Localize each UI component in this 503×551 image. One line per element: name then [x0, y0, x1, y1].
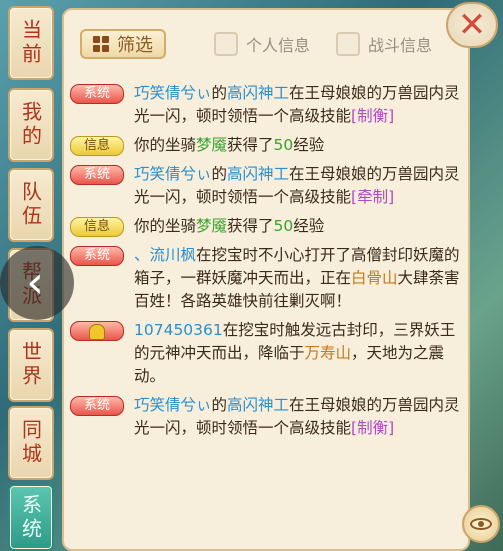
- message-text: 的: [211, 84, 228, 102]
- list-item: 信息 你的坐骑梦魇获得了50经验: [64, 134, 468, 157]
- close-button[interactable]: ✕: [446, 2, 498, 48]
- tab-label: 同城: [18, 419, 43, 467]
- info-badge: 信息: [70, 217, 124, 237]
- close-icon: ✕: [457, 5, 487, 45]
- system-badge: 系统: [70, 246, 124, 266]
- tab-label: 我的: [18, 101, 43, 149]
- tab-world[interactable]: 世界: [8, 328, 54, 402]
- skill-link[interactable]: [牵制]: [351, 188, 394, 206]
- player-name[interactable]: 巧笑倩兮ぃ: [134, 396, 212, 414]
- message-text: 的: [211, 165, 228, 183]
- pet-name[interactable]: 高闪神工: [227, 396, 289, 414]
- list-item: 系统 巧笑倩兮ぃ的高闪神工在王母娘娘的万兽园内灵光一闪，顿时领悟一个高级技能[牵…: [64, 163, 468, 209]
- filter-label: 筛选: [117, 35, 153, 56]
- skill-link[interactable]: [制衡]: [351, 107, 394, 125]
- filter-button[interactable]: 筛选: [80, 29, 166, 59]
- location-link[interactable]: 万寿山: [305, 344, 352, 362]
- bell-badge: [70, 321, 124, 341]
- message-text: 经验: [293, 136, 325, 154]
- list-item: 系统 巧笑倩兮ぃ的高闪神工在王母娘娘的万兽园内灵光一闪，顿时领悟一个高级技能[制…: [64, 82, 468, 128]
- tab-label: 系统: [18, 493, 43, 542]
- tab-label: 当前: [18, 19, 43, 67]
- system-badge: 系统: [70, 165, 124, 185]
- bell-icon: [89, 324, 105, 340]
- personal-info-checkbox[interactable]: 个人信息: [214, 32, 310, 56]
- player-name[interactable]: 107450361: [134, 321, 223, 339]
- battle-info-checkbox[interactable]: 战斗信息: [336, 32, 432, 56]
- message-list: 系统 巧笑倩兮ぃ的高闪神工在王母娘娘的万兽园内灵光一闪，顿时领悟一个高级技能[制…: [64, 82, 468, 446]
- list-item: 系统 、流川枫在挖宝时不小心打开了高僧封印妖魔的箱子，一群妖魔冲天而出，正在白骨…: [64, 244, 468, 313]
- info-badge: 信息: [70, 136, 124, 156]
- battle-info-label: 战斗信息: [368, 36, 433, 55]
- list-item: 107450361在挖宝时触发远古封印，三界妖王的元神冲天而出，降临于万寿山，天…: [64, 319, 468, 388]
- player-name[interactable]: 、流川枫: [134, 246, 196, 264]
- chat-panel: 筛选 个人信息 战斗信息 系统 巧笑倩兮ぃ的高闪神工在王母娘娘的万兽园内灵光一闪…: [62, 8, 470, 551]
- system-badge: 系统: [70, 396, 124, 416]
- eye-icon: [470, 518, 492, 530]
- list-item: 信息 你的坐骑梦魇获得了50经验: [64, 215, 468, 238]
- skill-link[interactable]: [制衡]: [351, 419, 394, 437]
- message-text: 获得了: [227, 136, 274, 154]
- tab-label: 世界: [18, 341, 43, 389]
- player-name[interactable]: 巧笑倩兮ぃ: [134, 165, 212, 183]
- message-text: 的: [211, 396, 228, 414]
- mount-name: 梦魇: [196, 136, 228, 154]
- tab-city[interactable]: 同城: [8, 406, 54, 480]
- tab-current[interactable]: 当前: [8, 6, 54, 80]
- checkbox-box[interactable]: [336, 32, 360, 56]
- list-item: 系统 巧笑倩兮ぃ的高闪神工在王母娘娘的万兽园内灵光一闪，顿时领悟一个高级技能[制…: [64, 394, 468, 440]
- tab-system[interactable]: 系统: [8, 484, 54, 551]
- exp-value: 50: [273, 217, 294, 235]
- message-text: 你的坐骑: [134, 136, 197, 154]
- tab-mine[interactable]: 我的: [8, 88, 54, 162]
- system-badge: 系统: [70, 84, 124, 104]
- checkbox-box[interactable]: [214, 32, 238, 56]
- pet-name[interactable]: 高闪神工: [227, 165, 289, 183]
- tab-label: 队伍: [18, 181, 43, 229]
- exp-value: 50: [273, 136, 294, 154]
- toolbar: 筛选 个人信息 战斗信息: [74, 26, 464, 62]
- message-text: 经验: [293, 217, 325, 235]
- chevron-left-icon: ‹: [26, 257, 44, 308]
- collapse-button[interactable]: ‹: [0, 246, 74, 320]
- mount-name: 梦魇: [196, 217, 228, 235]
- tab-team[interactable]: 队伍: [8, 168, 54, 242]
- eye-button[interactable]: [462, 505, 500, 543]
- player-name[interactable]: 巧笑倩兮ぃ: [134, 84, 212, 102]
- location-link[interactable]: 白骨山: [351, 269, 398, 287]
- message-text: 获得了: [227, 217, 274, 235]
- pet-name[interactable]: 高闪神工: [227, 84, 289, 102]
- grid-icon: [93, 36, 109, 52]
- personal-info-label: 个人信息: [246, 36, 311, 55]
- message-text: 你的坐骑: [134, 217, 197, 235]
